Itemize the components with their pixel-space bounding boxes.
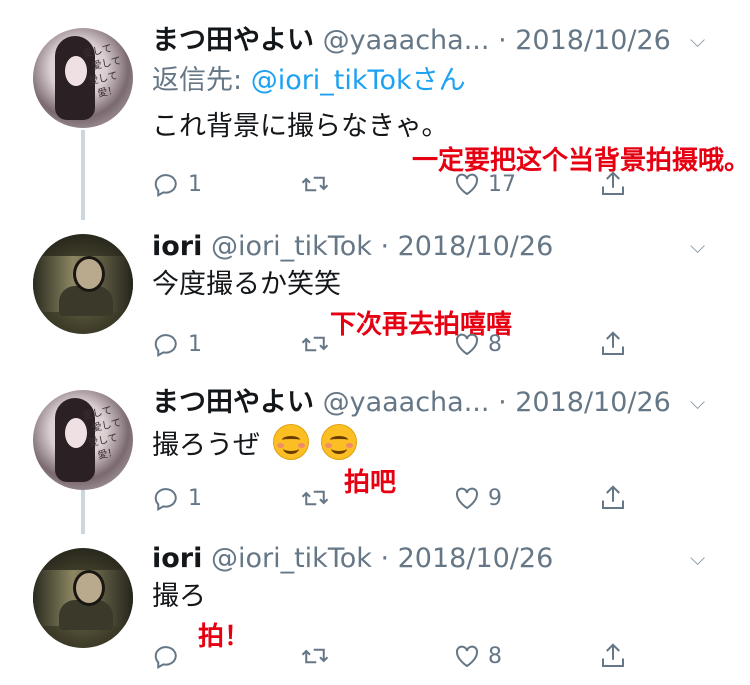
tweet-text: 撮ろ: [152, 581, 206, 612]
mention-link[interactable]: @iori_tikTokさん: [251, 65, 466, 96]
chevron-down-icon[interactable]: ⌵: [690, 546, 705, 570]
share-icon: [602, 643, 624, 667]
reply-icon: [154, 646, 177, 669]
reply-icon: [154, 488, 177, 511]
reply-icon: [154, 334, 177, 357]
share-icon: [602, 331, 624, 355]
tweet-date[interactable]: · 2018/10/26: [498, 25, 671, 56]
tweet-text: 撮ろうぜ: [152, 430, 260, 461]
avatar[interactable]: 愛して 愛して 愛して 愛！: [33, 390, 133, 490]
tweet-date[interactable]: · 2018/10/26: [380, 543, 553, 574]
reply-prefix: 返信先:: [152, 65, 251, 96]
like-button[interactable]: 17: [452, 166, 516, 202]
tweet-text: 今度撮るか笑笑: [152, 269, 341, 300]
avatar[interactable]: 愛して 愛して 愛して 愛！: [33, 28, 133, 128]
user-handle[interactable]: @yaaacha...: [323, 25, 490, 56]
display-name[interactable]: まつ田やよい: [152, 387, 314, 418]
like-count: 8: [488, 643, 502, 669]
reply-count: 1: [188, 485, 202, 511]
heart-icon: [455, 173, 479, 196]
retweet-icon: [301, 176, 329, 192]
share-button[interactable]: [598, 326, 634, 362]
tweet[interactable]: 愛して 愛して 愛して 愛！ まつ田やよい @yaaacha... · 2018…: [0, 0, 750, 215]
retweet-icon: [301, 490, 329, 506]
like-button[interactable]: 8: [452, 638, 502, 674]
like-count: 17: [488, 171, 516, 197]
like-count: 9: [488, 485, 502, 511]
display-name[interactable]: まつ田やよい: [152, 25, 314, 56]
heart-icon: [455, 333, 479, 356]
share-icon: [602, 485, 624, 509]
display-name[interactable]: iori: [152, 543, 202, 574]
retweet-button[interactable]: [300, 480, 336, 516]
smiling-face-savoring-food-icon: [321, 424, 358, 460]
retweet-icon: [301, 336, 329, 352]
tweet[interactable]: 愛して 愛して 愛して 愛！ まつ田やよい @yaaacha... · 2018…: [0, 378, 750, 528]
retweet-icon: [301, 648, 329, 664]
chevron-down-icon[interactable]: ⌵: [690, 390, 705, 414]
user-handle[interactable]: @iori_tikTok: [211, 231, 372, 262]
user-handle[interactable]: @yaaacha...: [323, 387, 490, 418]
tweet-text: これ背景に撮らなきゃ。: [152, 111, 449, 142]
reply-icon: [154, 174, 177, 197]
chevron-down-icon[interactable]: ⌵: [690, 28, 705, 52]
reply-count: 1: [188, 331, 202, 357]
reply-button[interactable]: 1: [152, 326, 202, 362]
share-button[interactable]: [598, 638, 634, 674]
avatar[interactable]: [33, 548, 133, 648]
share-icon: [602, 171, 624, 195]
reply-button[interactable]: 1: [152, 166, 202, 202]
retweet-button[interactable]: [300, 638, 336, 674]
heart-icon: [455, 645, 479, 668]
reply-count: 1: [188, 171, 202, 197]
reply-button[interactable]: 1: [152, 480, 202, 516]
smiling-face-savoring-food-icon: [272, 424, 309, 460]
tweet-date[interactable]: · 2018/10/26: [498, 387, 671, 418]
share-button[interactable]: [598, 166, 634, 202]
user-handle[interactable]: @iori_tikTok: [211, 543, 372, 574]
reply-button[interactable]: [152, 638, 188, 674]
tweet-date[interactable]: · 2018/10/26: [380, 231, 553, 262]
tweet[interactable]: iori @iori_tikTok · 2018/10/26 ⌵ 撮ろ 拍！ 8: [0, 536, 750, 685]
like-button[interactable]: 9: [452, 480, 502, 516]
retweet-button[interactable]: [300, 326, 336, 362]
retweet-button[interactable]: [300, 166, 336, 202]
tweet[interactable]: iori @iori_tikTok · 2018/10/26 ⌵ 今度撮るか笑笑…: [0, 222, 750, 372]
like-button[interactable]: 8: [452, 326, 502, 362]
like-count: 8: [488, 331, 502, 357]
display-name[interactable]: iori: [152, 231, 202, 262]
chevron-down-icon[interactable]: ⌵: [690, 234, 705, 258]
heart-icon: [455, 487, 479, 510]
avatar[interactable]: [33, 234, 133, 334]
share-button[interactable]: [598, 480, 634, 516]
